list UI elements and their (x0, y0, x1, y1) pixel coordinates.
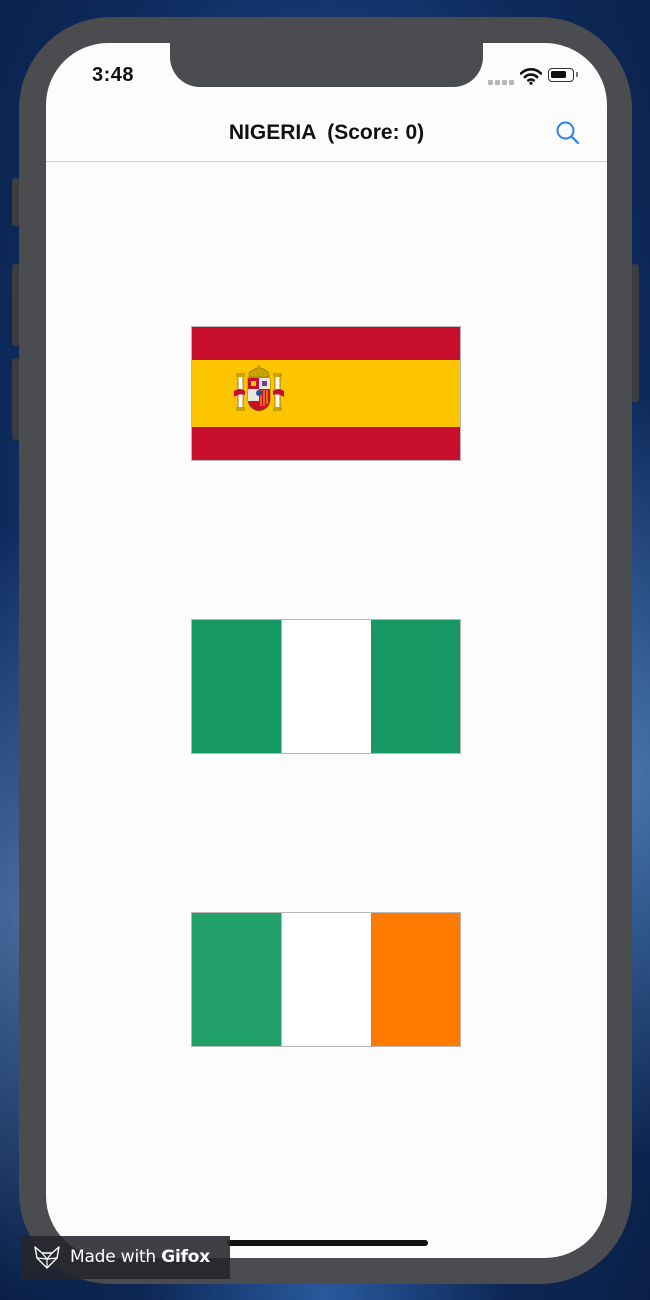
fox-logo-icon (34, 1246, 60, 1269)
flag-option-spain[interactable] (191, 326, 461, 461)
magnifier-icon (556, 121, 580, 145)
wifi-icon (519, 67, 543, 85)
power-button (631, 264, 639, 402)
flag-option-ireland[interactable] (191, 912, 461, 1047)
gifox-watermark: Made with Gifox (21, 1236, 230, 1279)
navigation-bar: NIGERIA (Score: 0) (46, 107, 607, 162)
search-button[interactable] (554, 119, 582, 147)
nigeria-flag-icon (192, 620, 460, 753)
ireland-flag-icon (192, 913, 460, 1046)
battery-icon (548, 68, 578, 82)
home-indicator[interactable] (227, 1240, 428, 1246)
app-screen: 3:48 NIGERIA (Score: 0) (46, 43, 607, 1258)
phone-frame: 3:48 NIGERIA (Score: 0) (19, 17, 632, 1284)
page-title: NIGERIA (Score: 0) (228, 121, 425, 144)
spain-flag-icon (192, 327, 460, 460)
camera-notch (170, 43, 483, 87)
watermark-prefix: Made with (70, 1247, 162, 1267)
flag-option-nigeria[interactable] (191, 619, 461, 754)
cellular-signal-icon (488, 80, 514, 86)
status-time: 3:48 (92, 64, 135, 86)
watermark-brand: Gifox (161, 1247, 211, 1267)
